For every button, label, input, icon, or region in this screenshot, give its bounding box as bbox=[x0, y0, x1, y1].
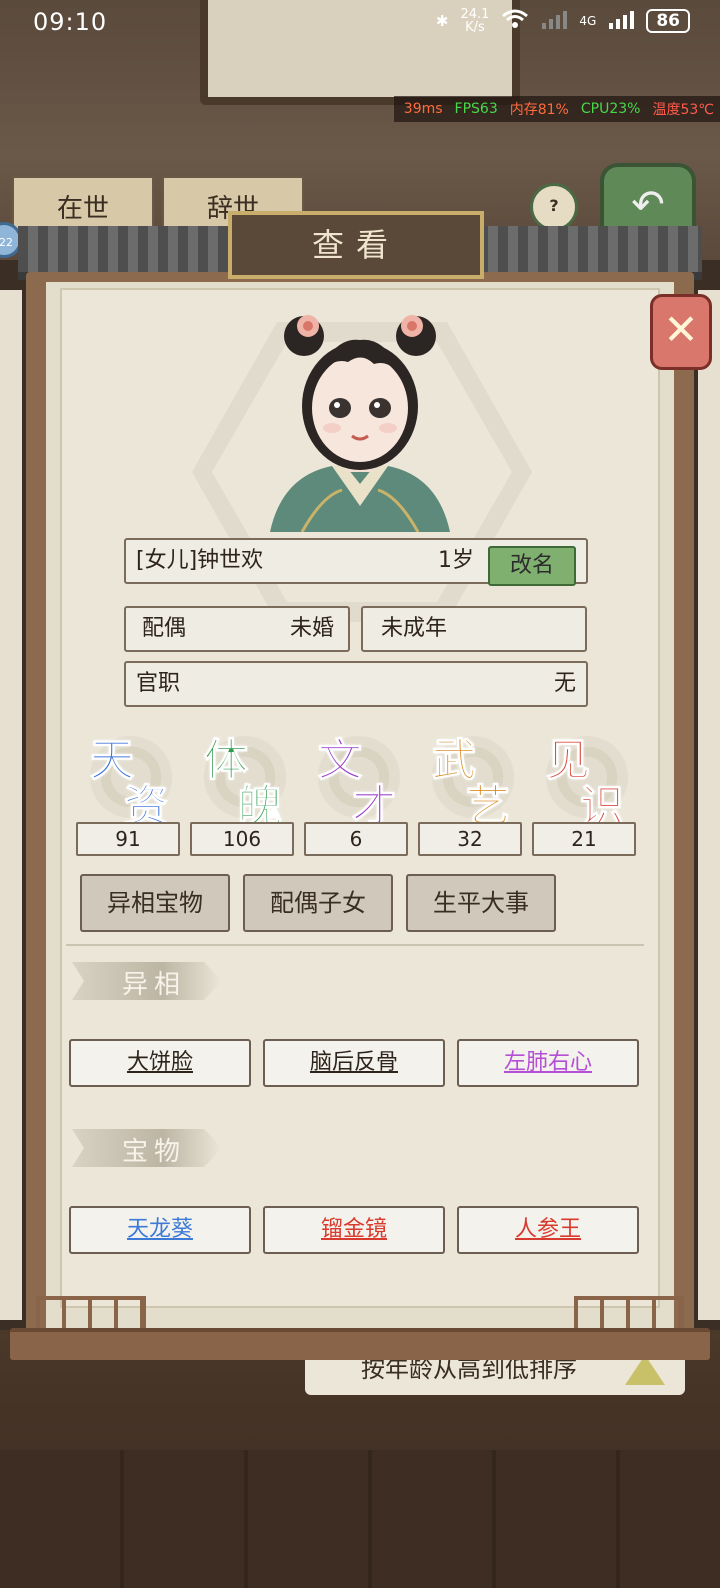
net-speed-unit: K/s bbox=[465, 20, 485, 35]
attr-value-martial: 32 bbox=[418, 822, 522, 856]
attr-value-knowledge: 21 bbox=[532, 822, 636, 856]
bluetooth-icon: ✱ bbox=[435, 12, 449, 30]
signal-icon bbox=[541, 9, 568, 33]
traits-section-header: 异相 bbox=[72, 962, 222, 1000]
adult-status: 未成年 bbox=[381, 616, 448, 641]
scroll-rail-left bbox=[36, 1296, 146, 1330]
clock: 09:10 bbox=[33, 8, 108, 36]
character-age: 1岁 bbox=[438, 548, 474, 573]
office-value: 无 bbox=[553, 671, 576, 696]
attr-value-talent: 91 bbox=[76, 822, 180, 856]
signal-icon-2 bbox=[608, 9, 635, 33]
tab-traits-treasures[interactable]: 异相宝物 bbox=[80, 874, 230, 932]
attr-value-literary: 6 bbox=[304, 822, 408, 856]
spouse-value: 未婚 bbox=[289, 616, 334, 641]
spouse-label: 配偶 bbox=[142, 616, 187, 641]
trait-item[interactable]: 左肺右心 bbox=[457, 1039, 639, 1087]
net-speed: 24.1 K/s bbox=[460, 8, 489, 34]
scroll-rail-right bbox=[574, 1296, 684, 1330]
trait-label: 脑后反骨 bbox=[309, 1050, 398, 1075]
memory: 内存81% bbox=[509, 102, 569, 118]
character-portrait bbox=[270, 315, 450, 532]
attr-martial: 武 艺 bbox=[418, 724, 528, 833]
trait-label: 左肺右心 bbox=[503, 1050, 592, 1075]
treasure-label: 人参王 bbox=[514, 1217, 581, 1242]
attr-knowledge: 见 识 bbox=[532, 724, 642, 833]
rename-button[interactable]: 改名 bbox=[488, 546, 576, 586]
traits-section-title: 异相 bbox=[122, 970, 187, 1000]
close-icon: ✕ bbox=[663, 305, 699, 354]
character-name: [女儿]钟世欢 bbox=[136, 548, 264, 573]
status-bar: 09:10 ✱ 24.1 K/s 4G 86 bbox=[0, 0, 720, 46]
treasure-item[interactable]: 天龙葵 bbox=[69, 1206, 251, 1254]
network-type: 4G bbox=[579, 14, 597, 28]
office-row: 官职 无 bbox=[124, 661, 588, 707]
cpu: CPU23% bbox=[580, 101, 641, 117]
treasures-section-title: 宝物 bbox=[122, 1137, 187, 1167]
performance-overlay: 39ms FPS63 内存81% CPU23% 温度53℃ bbox=[393, 96, 720, 122]
spouse-row: 配偶 未婚 bbox=[124, 606, 350, 652]
trait-item[interactable]: 脑后反骨 bbox=[263, 1039, 445, 1087]
return-arrow-icon: ↶ bbox=[631, 182, 665, 228]
treasure-label: 镏金镜 bbox=[320, 1217, 387, 1242]
adult-status-row: 未成年 bbox=[361, 606, 587, 652]
ping: 39ms bbox=[403, 101, 443, 117]
tab-life-events[interactable]: 生平大事 bbox=[406, 874, 556, 932]
office-label: 官职 bbox=[136, 671, 181, 696]
background-planks bbox=[0, 1450, 720, 1588]
treasure-item[interactable]: 人参王 bbox=[457, 1206, 639, 1254]
treasure-item[interactable]: 镏金镜 bbox=[263, 1206, 445, 1254]
divider bbox=[66, 944, 644, 946]
attr-talent: 天 资 bbox=[76, 724, 186, 833]
trait-label: 大饼脸 bbox=[126, 1050, 193, 1075]
attr-physique: 体 魄 bbox=[190, 724, 300, 833]
attr-literary: 文 才 bbox=[304, 724, 414, 833]
battery-level: 86 bbox=[646, 9, 690, 33]
trait-item[interactable]: 大饼脸 bbox=[69, 1039, 251, 1087]
scroll-base bbox=[10, 1328, 710, 1360]
background-right-panel bbox=[698, 290, 720, 1320]
wifi-icon bbox=[501, 9, 529, 33]
treasure-label: 天龙葵 bbox=[126, 1217, 193, 1242]
fps: FPS63 bbox=[454, 101, 498, 117]
help-button[interactable]: ? bbox=[530, 183, 578, 231]
background-left-panel bbox=[0, 290, 22, 1320]
treasures-section-header: 宝物 bbox=[72, 1129, 222, 1167]
temperature: 温度53℃ bbox=[652, 102, 714, 118]
close-button[interactable]: ✕ bbox=[650, 294, 712, 370]
attr-value-physique: 106 bbox=[190, 822, 294, 856]
dialog-title: 查看 bbox=[228, 211, 484, 279]
tab-spouse-children[interactable]: 配偶子女 bbox=[243, 874, 393, 932]
